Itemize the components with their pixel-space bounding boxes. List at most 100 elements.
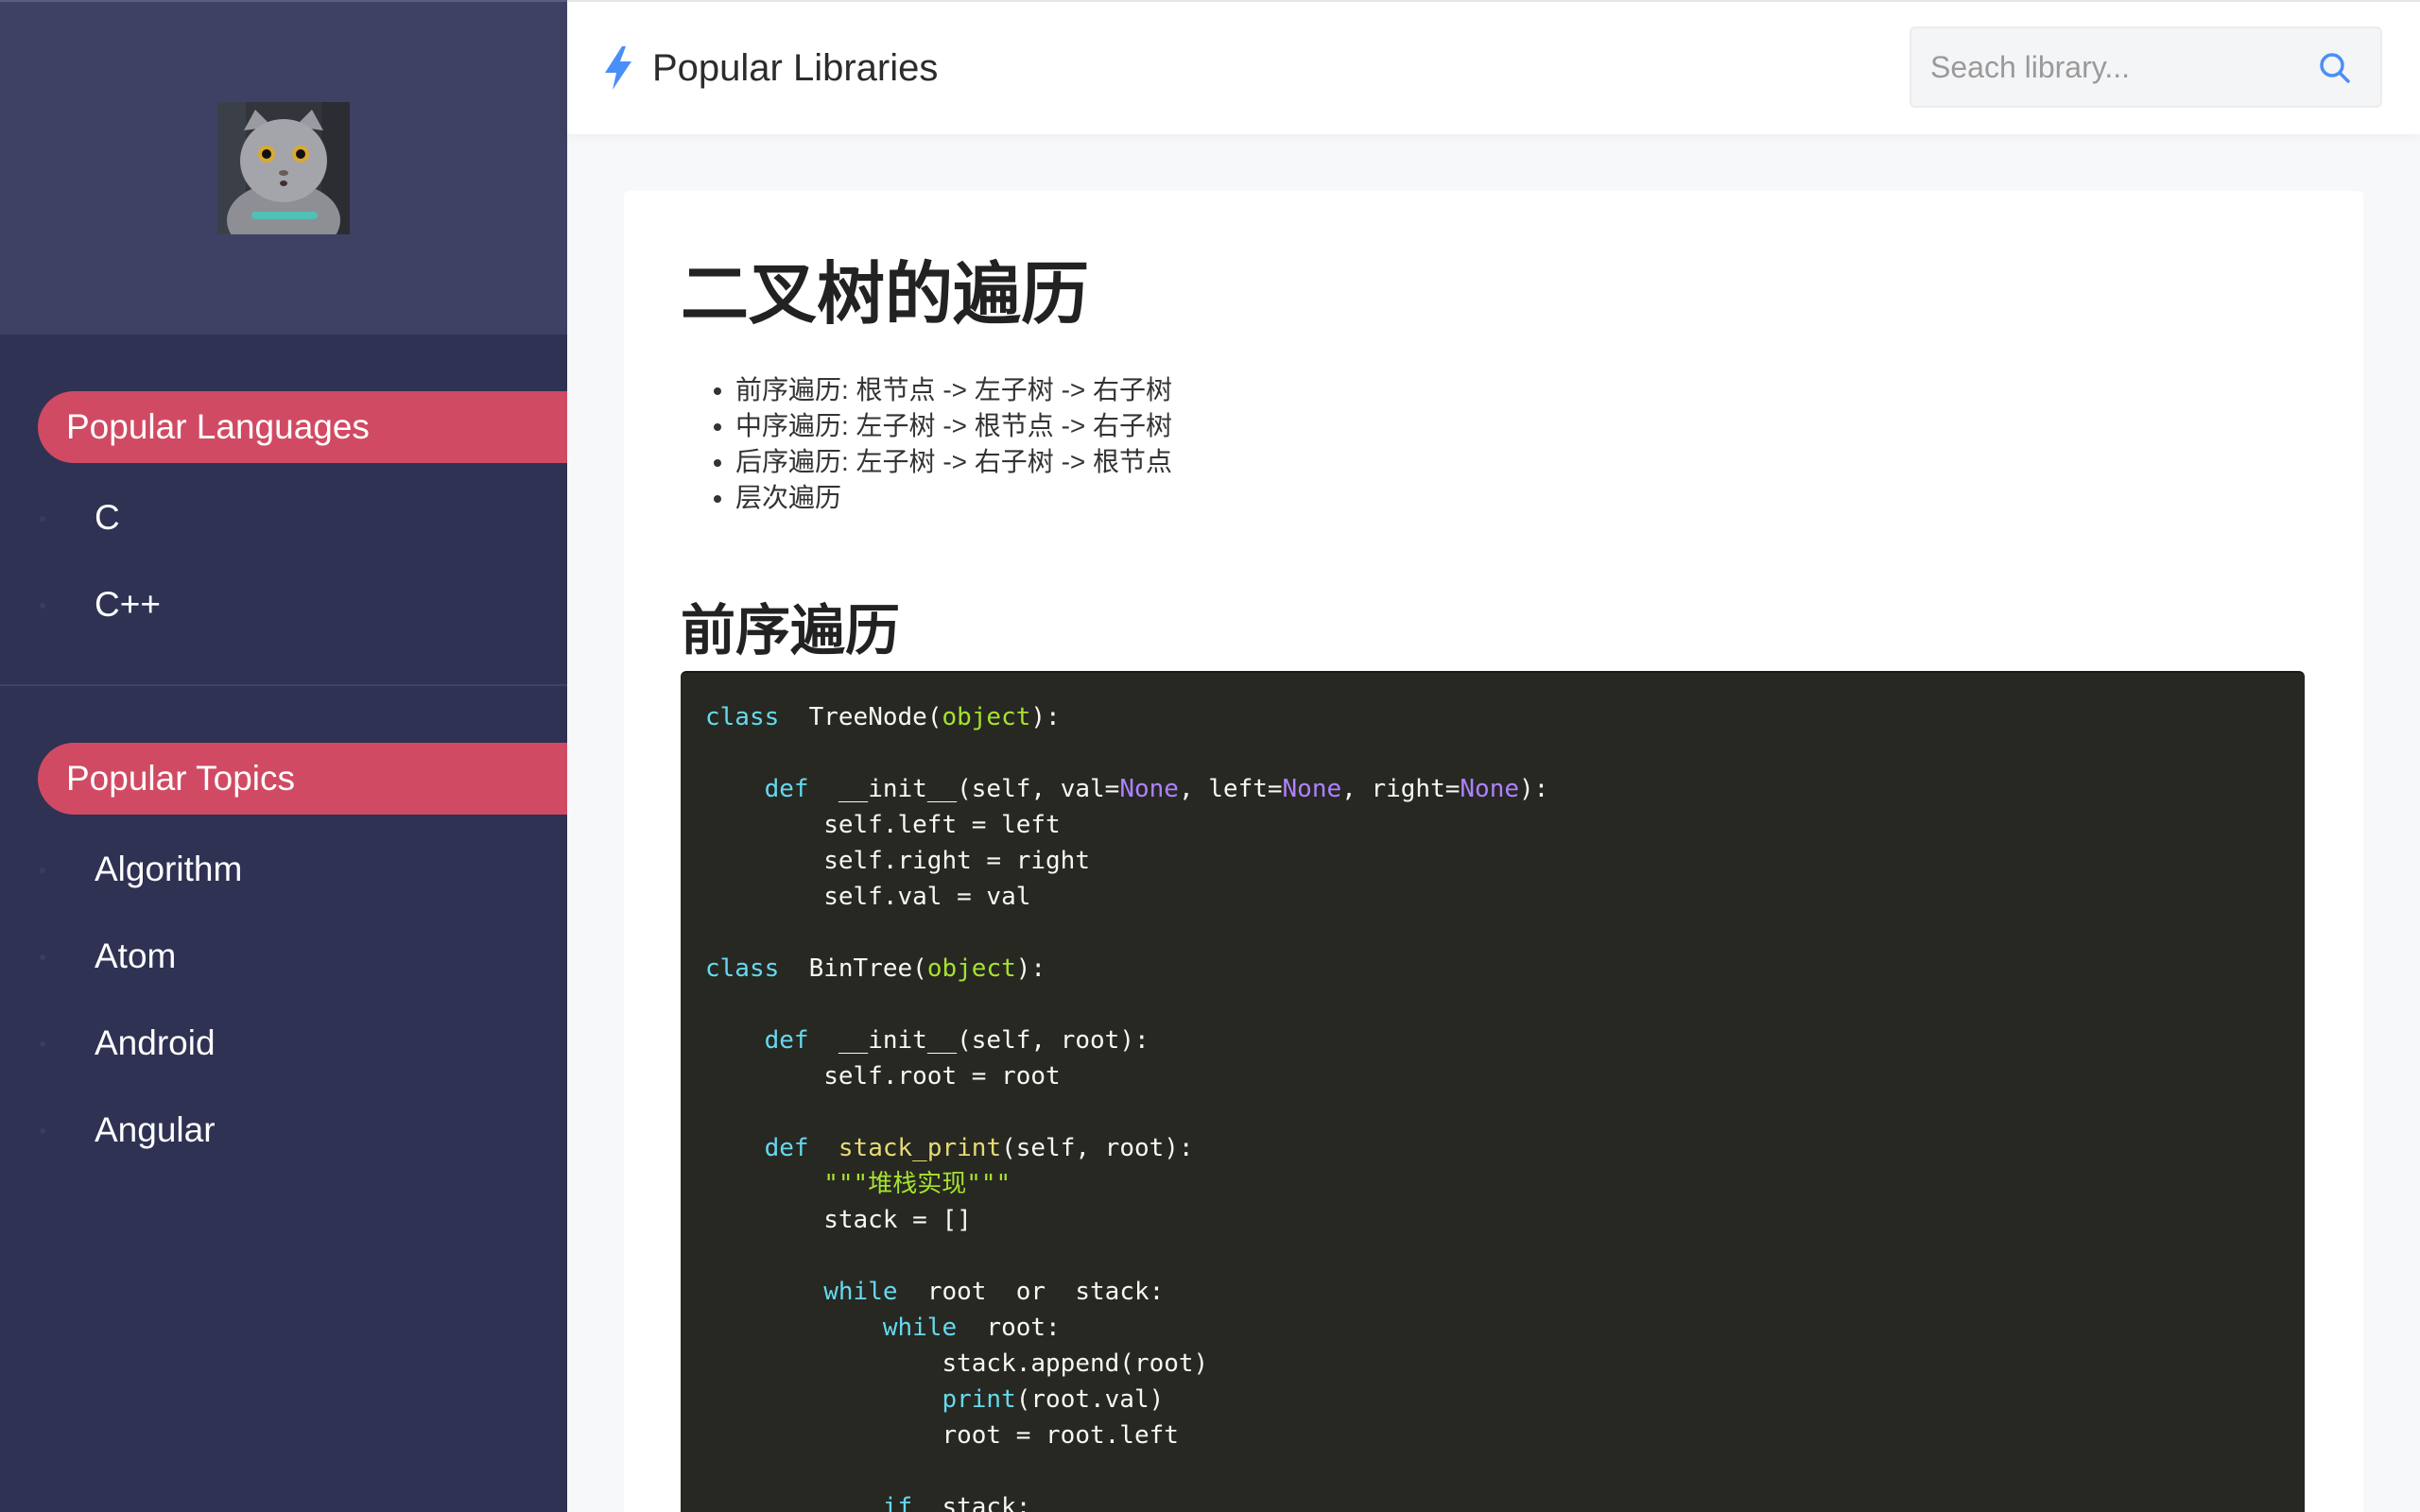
topics-list: Algorithm Atom Android Angular: [0, 815, 567, 1174]
list-bullet: [40, 868, 45, 873]
code-token: self.val = val: [705, 883, 1031, 911]
code-token: object: [942, 703, 1031, 731]
code-line: self.root = root: [705, 1058, 2305, 1094]
code-token: ):: [1015, 954, 1046, 983]
code-token: (root.val): [1015, 1385, 1165, 1414]
code-line: class BinTree(object):: [705, 951, 2305, 987]
code-token: stack_print: [838, 1134, 1002, 1162]
top-header: Popular Libraries: [567, 0, 2420, 134]
languages-section: Popular Languages C C++: [0, 335, 567, 648]
sidebar-item-label: Angular: [95, 1110, 216, 1149]
sidebar-item-label: Atom: [95, 936, 177, 975]
section-heading: 前序遍历: [681, 600, 901, 662]
code-line: def __init__(self, root):: [705, 1022, 2305, 1058]
code-token: class: [705, 703, 780, 731]
list-item: 前序遍历: 根节点 -> 左子树 -> 右子树: [735, 372, 1172, 408]
section-title-languages[interactable]: Popular Languages: [38, 391, 567, 463]
code-token: self.left = left: [705, 811, 1061, 839]
code-token: def: [764, 775, 809, 803]
code-token: None: [1460, 775, 1520, 803]
code-token: class: [705, 954, 780, 983]
code-token: stack = []: [705, 1206, 972, 1234]
code-token: , right=: [1341, 775, 1461, 803]
sidebar-item-cpp[interactable]: C++: [0, 561, 567, 648]
code-token: stack:: [912, 1493, 1031, 1512]
code-line: stack.append(root): [705, 1346, 2305, 1382]
sidebar-item-atom[interactable]: Atom: [0, 913, 567, 1000]
sidebar-item-algorithm[interactable]: Algorithm: [0, 826, 567, 913]
code-token: stack.append(root): [705, 1349, 1209, 1378]
code-token: if: [882, 1493, 913, 1512]
search-input[interactable]: [1911, 49, 2308, 85]
code-line: root = root.left: [705, 1418, 2305, 1453]
list-item: 后序遍历: 左子树 -> 右子树 -> 根节点: [735, 444, 1172, 480]
code-block[interactable]: class TreeNode(object): def __init__(sel…: [681, 671, 2305, 1512]
search-icon[interactable]: [2318, 51, 2352, 85]
code-token: self.right = right: [705, 847, 1090, 875]
sidebar-item-angular[interactable]: Angular: [0, 1087, 567, 1174]
code-token: ):: [1030, 703, 1061, 731]
sidebar-item-label: C++: [95, 585, 161, 624]
code-token: print: [942, 1385, 1016, 1414]
list-bullet: [40, 1041, 45, 1047]
code-token: __init__(self, val=: [808, 775, 1120, 803]
sidebar-item-label: C: [95, 498, 120, 537]
list-bullet: [40, 516, 45, 522]
lightning-bolt-icon: [605, 46, 631, 90]
code-token: root or stack:: [897, 1278, 1165, 1306]
code-line: print(root.val): [705, 1382, 2305, 1418]
code-line: self.val = val: [705, 879, 2305, 915]
list-bullet: [40, 603, 45, 609]
code-line: def __init__(self, val=None, left=None, …: [705, 771, 2305, 807]
code-line: self.left = left: [705, 807, 2305, 843]
list-item: 层次遍历: [735, 480, 1172, 516]
sidebar: Popular Languages C C++ Popular Topics A…: [0, 0, 567, 1512]
code-token: , left=: [1178, 775, 1283, 803]
cat-avatar-image: [217, 102, 350, 234]
code-token: None: [1119, 775, 1179, 803]
sidebar-item-label: Android: [95, 1023, 216, 1062]
code-line: self.right = right: [705, 843, 2305, 879]
code-line: """堆栈实现""": [705, 1166, 2305, 1202]
code-token: None: [1282, 775, 1342, 803]
avatar[interactable]: [217, 102, 350, 234]
sidebar-header: [0, 0, 567, 335]
code-token: BinTree(: [779, 954, 927, 983]
list-item: 中序遍历: 左子树 -> 根节点 -> 右子树: [735, 408, 1172, 444]
code-line: while root:: [705, 1310, 2305, 1346]
page-title: Popular Libraries: [652, 46, 939, 89]
article-title: 二叉树的遍历: [681, 257, 1090, 333]
code-token: (self, root):: [1001, 1134, 1194, 1162]
section-title-topics[interactable]: Popular Topics: [38, 743, 567, 815]
code-line: while root or stack:: [705, 1274, 2305, 1310]
code-token: root = root.left: [705, 1421, 1179, 1450]
code-token: __init__(self, root):: [808, 1026, 1150, 1055]
list-bullet: [40, 954, 45, 960]
code-token: ):: [1519, 775, 1549, 803]
code-token: while: [882, 1314, 958, 1342]
sidebar-item-android[interactable]: Android: [0, 1000, 567, 1087]
code-line: stack = []: [705, 1202, 2305, 1238]
code-token: TreeNode(: [779, 703, 942, 731]
sidebar-item-c[interactable]: C: [0, 474, 567, 561]
code-token: def: [764, 1134, 809, 1162]
code-line: class TreeNode(object):: [705, 699, 2305, 735]
code-token: object: [926, 954, 1016, 983]
traversal-list: 前序遍历: 根节点 -> 左子树 -> 右子树 中序遍历: 左子树 -> 根节点…: [735, 372, 1172, 516]
code-token: def: [764, 1026, 809, 1055]
code-token: while: [823, 1278, 898, 1306]
code-token: """堆栈实现""": [823, 1170, 1011, 1198]
article-card: 二叉树的遍历 前序遍历: 根节点 -> 左子树 -> 右子树 中序遍历: 左子树…: [624, 191, 2363, 1512]
